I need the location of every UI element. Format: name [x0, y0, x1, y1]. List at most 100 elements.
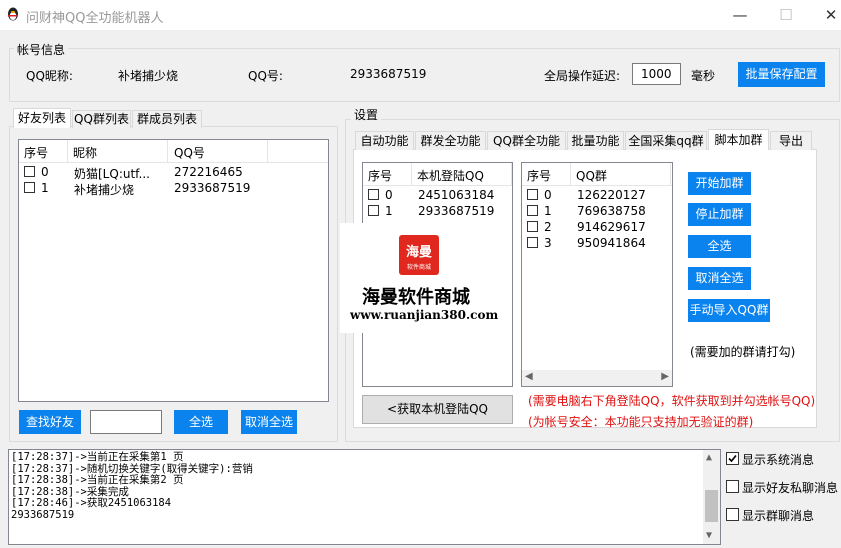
- batch-save-config-button[interactable]: 批量保存配置: [738, 62, 825, 87]
- show-group-chat-checkbox[interactable]: [726, 508, 739, 521]
- row-qq: 2451063184: [418, 188, 495, 202]
- close-button[interactable]: ✕: [816, 4, 841, 26]
- security-note: (为帐号安全：本功能只支持加无验证的群): [528, 415, 754, 429]
- stop-join-group-button[interactable]: 停止加群: [688, 203, 751, 226]
- tab-nationwide-collect[interactable]: 全国采集qq群: [625, 131, 707, 150]
- row-checkbox[interactable]: [24, 166, 35, 177]
- row-checkbox[interactable]: [527, 189, 538, 200]
- friend-list: 序号 昵称 QQ号 0 奶猫[LQ:utf... 272216465 1 补堵捕…: [18, 139, 329, 402]
- row-index: 1: [544, 204, 552, 218]
- list-item[interactable]: 3 950941864: [522, 235, 672, 251]
- row-index: 0: [385, 188, 393, 202]
- list-item[interactable]: 0 126220127: [522, 187, 672, 203]
- tab-script-join-group[interactable]: 脚本加群: [708, 129, 769, 150]
- start-join-group-button[interactable]: 开始加群: [688, 172, 751, 195]
- qq-group-list-header: 序号 QQ群: [522, 163, 672, 186]
- row-index: 0: [544, 188, 552, 202]
- qq-penguin-icon: [8, 7, 18, 21]
- scroll-down-icon[interactable]: ▼: [706, 530, 712, 542]
- show-system-messages-label: 显示系统消息: [742, 453, 815, 467]
- deselect-all-friends-button[interactable]: 取消全选: [241, 410, 297, 434]
- tab-export[interactable]: 导出: [770, 131, 812, 150]
- row-group: 914629617: [577, 220, 646, 234]
- vertical-scrollbar[interactable]: ▲ ▼: [703, 450, 720, 544]
- horizontal-scrollbar[interactable]: ◀ ▶: [522, 370, 672, 386]
- show-private-chat-label: 显示好友私聊消息: [742, 481, 839, 495]
- log-line: 2933687519: [11, 509, 75, 521]
- list-item[interactable]: 1 2933687519: [363, 203, 512, 219]
- table-row[interactable]: 0 奶猫[LQ:utf... 272216465: [19, 164, 328, 181]
- row-nickname: 补堵捕少烧: [74, 183, 135, 197]
- scroll-left-icon[interactable]: ◀: [525, 371, 533, 382]
- delay-unit: 毫秒: [691, 69, 716, 83]
- list-item[interactable]: 2 914629617: [522, 219, 672, 235]
- row-index: 1: [385, 204, 393, 218]
- row-group: 950941864: [577, 236, 646, 250]
- qq-number-label: QQ号:: [248, 69, 283, 83]
- row-qq: 2933687519: [174, 181, 251, 195]
- tab-friend-list[interactable]: 好友列表: [13, 108, 71, 128]
- scroll-right-icon[interactable]: ▶: [661, 371, 669, 382]
- row-group: 769638758: [577, 204, 646, 218]
- column-header-nickname[interactable]: 昵称: [73, 144, 97, 161]
- row-checkbox[interactable]: [527, 221, 538, 232]
- row-index: 3: [544, 236, 552, 250]
- nickname-value: 补堵捕少烧: [118, 69, 179, 83]
- column-header-index[interactable]: 序号: [368, 167, 392, 184]
- column-header-local-qq[interactable]: 本机登陆QQ: [417, 167, 484, 184]
- table-row[interactable]: 1 补堵捕少烧 2933687519: [19, 180, 328, 197]
- column-header-group[interactable]: QQ群: [576, 167, 607, 184]
- column-header-qq[interactable]: QQ号: [174, 144, 205, 161]
- delay-label: 全局操作延迟:: [544, 69, 621, 83]
- tab-qq-group-functions[interactable]: QQ群全功能: [487, 131, 566, 150]
- check-icon: [728, 454, 737, 463]
- row-checkbox[interactable]: [527, 205, 538, 216]
- row-checkbox[interactable]: [527, 237, 538, 248]
- fetch-local-qq-button[interactable]: <获取本机登陆QQ: [362, 395, 513, 424]
- row-checkbox[interactable]: [368, 205, 379, 216]
- watermark-url: www.ruanjian380.com: [350, 308, 499, 322]
- watermark-name: 海曼软件商城: [362, 287, 470, 308]
- watermark-logo: 海曼 软件商城: [399, 235, 439, 275]
- log-textarea[interactable]: [17:28:37]->当前正在采集第1 页 [17:28:37]->随机切换关…: [8, 449, 721, 545]
- manual-import-groups-button[interactable]: 手动导入QQ群: [688, 299, 770, 322]
- account-info-title: 帐号信息: [14, 41, 69, 58]
- tab-group-member-list[interactable]: 群成员列表: [132, 110, 202, 128]
- row-index: 0: [41, 165, 49, 179]
- row-checkbox[interactable]: [24, 182, 35, 193]
- qq-number-value: 2933687519: [350, 67, 427, 81]
- row-qq: 2933687519: [418, 204, 495, 218]
- row-index: 2: [544, 220, 552, 234]
- column-header-index[interactable]: 序号: [527, 167, 551, 184]
- row-qq: 272216465: [174, 165, 243, 179]
- list-item[interactable]: 0 2451063184: [363, 187, 512, 203]
- window-title: 问财神QQ全功能机器人: [26, 11, 164, 26]
- list-item[interactable]: 1 769638758: [522, 203, 672, 219]
- tab-auto-functions[interactable]: 自动功能: [355, 131, 414, 150]
- local-qq-list-header: 序号 本机登陆QQ: [363, 163, 512, 186]
- show-system-messages-checkbox[interactable]: [726, 452, 739, 465]
- row-group: 126220127: [577, 188, 646, 202]
- select-all-friends-button[interactable]: 全选: [174, 410, 228, 434]
- row-index: 1: [41, 181, 49, 195]
- tab-batch-functions[interactable]: 批量功能: [567, 131, 624, 150]
- qq-group-list: 序号 QQ群 0 126220127 1 769638758 2 9146296…: [521, 162, 673, 387]
- tab-mass-send[interactable]: 群发全功能: [415, 131, 486, 150]
- scroll-up-icon[interactable]: ▲: [706, 452, 712, 464]
- minimize-button[interactable]: —: [725, 4, 755, 26]
- log-line: [17:28:37]->当前正在采集第1 页: [11, 451, 184, 463]
- scrollbar-thumb[interactable]: [705, 490, 718, 522]
- tab-qq-group-list[interactable]: QQ群列表: [72, 110, 131, 128]
- login-requirement-note: (需要电脑右下角登陆QQ，软件获取到并勾选帐号QQ): [528, 394, 816, 408]
- row-checkbox[interactable]: [368, 189, 379, 200]
- find-friend-button[interactable]: 查找好友: [19, 410, 81, 434]
- maximize-button[interactable]: ☐: [771, 4, 801, 26]
- settings-title: 设置: [351, 106, 382, 123]
- delay-input[interactable]: [632, 63, 681, 85]
- show-private-chat-checkbox[interactable]: [726, 480, 739, 493]
- column-header-index[interactable]: 序号: [24, 144, 48, 161]
- deselect-all-groups-button[interactable]: 取消全选: [688, 267, 751, 290]
- select-all-groups-button[interactable]: 全选: [688, 235, 751, 258]
- watermark: 海曼 软件商城 海曼软件商城 www.ruanjian380.com: [340, 223, 508, 333]
- friend-search-input[interactable]: [90, 410, 162, 434]
